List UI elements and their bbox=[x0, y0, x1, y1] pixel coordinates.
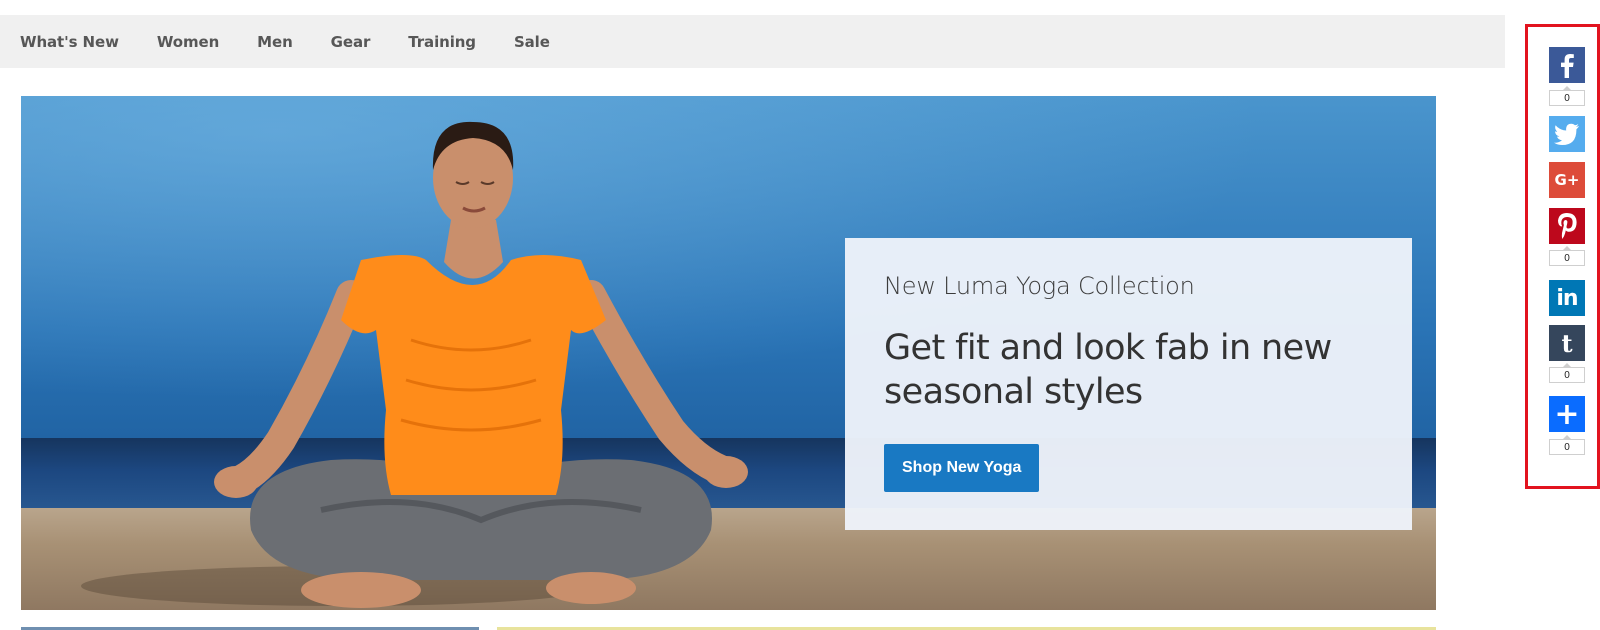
tumblr-share-count: 0 bbox=[1549, 363, 1585, 383]
linkedin-share-button[interactable]: in bbox=[1549, 280, 1585, 316]
addthis-share-count: 0 bbox=[1549, 435, 1585, 455]
promo-card: New Luma Yoga Collection Get fit and loo… bbox=[845, 238, 1412, 530]
google-plus-share-button[interactable]: G+ bbox=[1549, 162, 1585, 198]
nav-item-men[interactable]: Men bbox=[257, 33, 293, 51]
plus-icon: + bbox=[1554, 396, 1580, 432]
hero-banner[interactable]: New Luma Yoga Collection Get fit and loo… bbox=[21, 96, 1436, 610]
linkedin-icon: in bbox=[1556, 285, 1578, 311]
facebook-share-button[interactable] bbox=[1549, 47, 1585, 83]
pinterest-icon bbox=[1558, 213, 1577, 239]
shop-new-yoga-button[interactable]: Shop New Yoga bbox=[884, 444, 1040, 492]
nav-item-training[interactable]: Training bbox=[408, 33, 476, 51]
pinterest-share-button[interactable] bbox=[1549, 208, 1585, 244]
nav-item-gear[interactable]: Gear bbox=[331, 33, 371, 51]
nav-item-sale[interactable]: Sale bbox=[514, 33, 550, 51]
promo-headline: Get fit and look fab in new seasonal sty… bbox=[884, 328, 1332, 412]
promo-kicker: New Luma Yoga Collection bbox=[884, 272, 1195, 300]
tumblr-share-button[interactable]: t bbox=[1549, 325, 1585, 361]
main-navigation: What's New Women Men Gear Training Sale bbox=[0, 15, 1505, 68]
yoga-model-image bbox=[214, 121, 748, 608]
pinterest-share-count: 0 bbox=[1549, 246, 1585, 266]
facebook-share-count: 0 bbox=[1549, 86, 1585, 106]
facebook-icon bbox=[1561, 54, 1574, 78]
twitter-icon bbox=[1554, 123, 1579, 145]
tumblr-icon: t bbox=[1561, 328, 1573, 358]
nav-item-whats-new[interactable]: What's New bbox=[20, 33, 119, 51]
nav-item-women[interactable]: Women bbox=[157, 33, 219, 51]
google-plus-icon: G+ bbox=[1554, 171, 1580, 189]
addthis-share-button[interactable]: + bbox=[1549, 396, 1585, 432]
twitter-share-button[interactable] bbox=[1549, 116, 1585, 152]
